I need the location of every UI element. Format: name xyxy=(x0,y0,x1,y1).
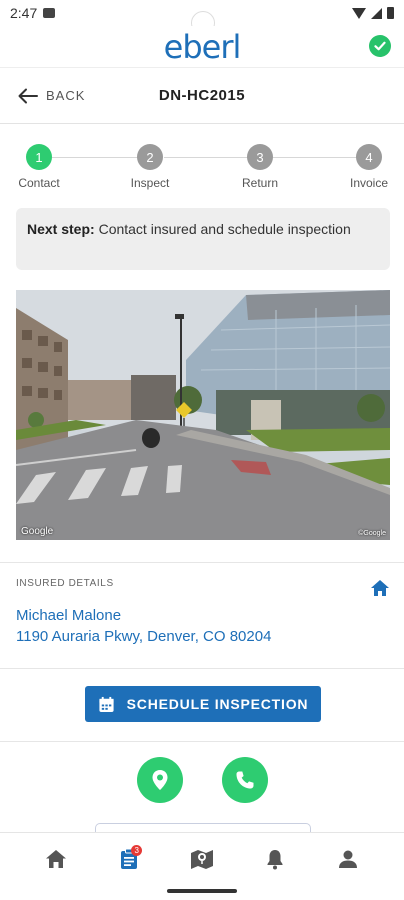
insured-address-link[interactable]: 1190 Auraria Pkwy, Denver, CO 80204 xyxy=(16,628,271,645)
street-scene-illustration xyxy=(16,290,390,540)
next-step-prefix: Next step: xyxy=(27,221,95,237)
home-icon xyxy=(46,849,67,868)
step-label: Contact xyxy=(18,176,60,190)
step-contact[interactable]: 1 Contact xyxy=(0,144,79,190)
tab-profile[interactable] xyxy=(328,839,368,879)
back-label: BACK xyxy=(46,88,86,103)
home-icon[interactable] xyxy=(370,578,390,598)
eberl-logo: eberl xyxy=(163,27,242,66)
calendar-icon xyxy=(99,696,114,712)
notification-icon xyxy=(43,8,56,18)
step-number: 2 xyxy=(137,144,163,170)
tab-map[interactable] xyxy=(182,839,222,879)
schedule-inspection-button[interactable]: SCHEDULE INSPECTION xyxy=(85,686,321,722)
map-credit: Google xyxy=(21,526,54,537)
street-view-image[interactable]: Google ©Google xyxy=(16,290,390,540)
claims-badge: 3 xyxy=(131,844,143,856)
insured-name-link[interactable]: Michael Malone xyxy=(16,607,121,624)
insured-details-label: INSURED DETAILS xyxy=(16,578,114,589)
app-screen: 2:47 eberl BACK DN-HC2015 1 Contact 2 In… xyxy=(0,0,404,900)
step-return[interactable]: 3 Return xyxy=(220,144,300,190)
step-number: 4 xyxy=(356,144,382,170)
step-label: Return xyxy=(241,176,279,190)
person-icon xyxy=(338,850,357,868)
nav-bar: BACK DN-HC2015 xyxy=(0,68,404,124)
next-step-text: Contact insured and schedule inspection xyxy=(98,221,351,237)
app-header: eberl xyxy=(0,26,404,68)
back-button[interactable]: BACK xyxy=(18,88,85,104)
tab-notifications[interactable] xyxy=(255,839,295,879)
arrow-left-icon xyxy=(18,88,38,103)
map-pin-icon xyxy=(152,770,168,790)
schedule-inspection-label: SCHEDULE INSPECTION xyxy=(126,696,309,712)
gesture-bar[interactable] xyxy=(167,889,237,893)
step-label: Invoice xyxy=(349,176,389,190)
map-icon xyxy=(190,849,213,869)
map-pin-button[interactable] xyxy=(137,757,183,803)
call-button[interactable] xyxy=(222,757,268,803)
next-step-box: Next step: Contact insured and schedule … xyxy=(16,208,390,270)
phone-icon xyxy=(236,771,254,789)
status-bar: 2:47 xyxy=(0,0,404,35)
divider xyxy=(0,562,404,563)
divider xyxy=(0,668,404,669)
step-number: 3 xyxy=(247,144,273,170)
step-label: Inspect xyxy=(130,176,170,190)
status-icons xyxy=(352,7,394,19)
tab-home[interactable] xyxy=(36,839,76,879)
wifi-icon xyxy=(352,7,366,19)
progress-stepper: 1 Contact 2 Inspect 3 Return 4 Invoice xyxy=(0,144,404,194)
status-time: 2:47 xyxy=(10,5,38,21)
map-copyright: ©Google xyxy=(358,530,386,537)
tab-claims[interactable]: 3 xyxy=(109,839,149,879)
signal-icon xyxy=(371,7,382,19)
step-inspect[interactable]: 2 Inspect xyxy=(110,144,190,190)
step-number: 1 xyxy=(26,144,52,170)
bottom-tab-bar: 3 xyxy=(0,832,404,884)
battery-icon xyxy=(387,7,394,19)
step-invoice[interactable]: 4 Invoice xyxy=(329,144,404,190)
bell-icon xyxy=(267,849,283,869)
check-circle-icon[interactable] xyxy=(369,35,391,57)
divider xyxy=(0,741,404,742)
